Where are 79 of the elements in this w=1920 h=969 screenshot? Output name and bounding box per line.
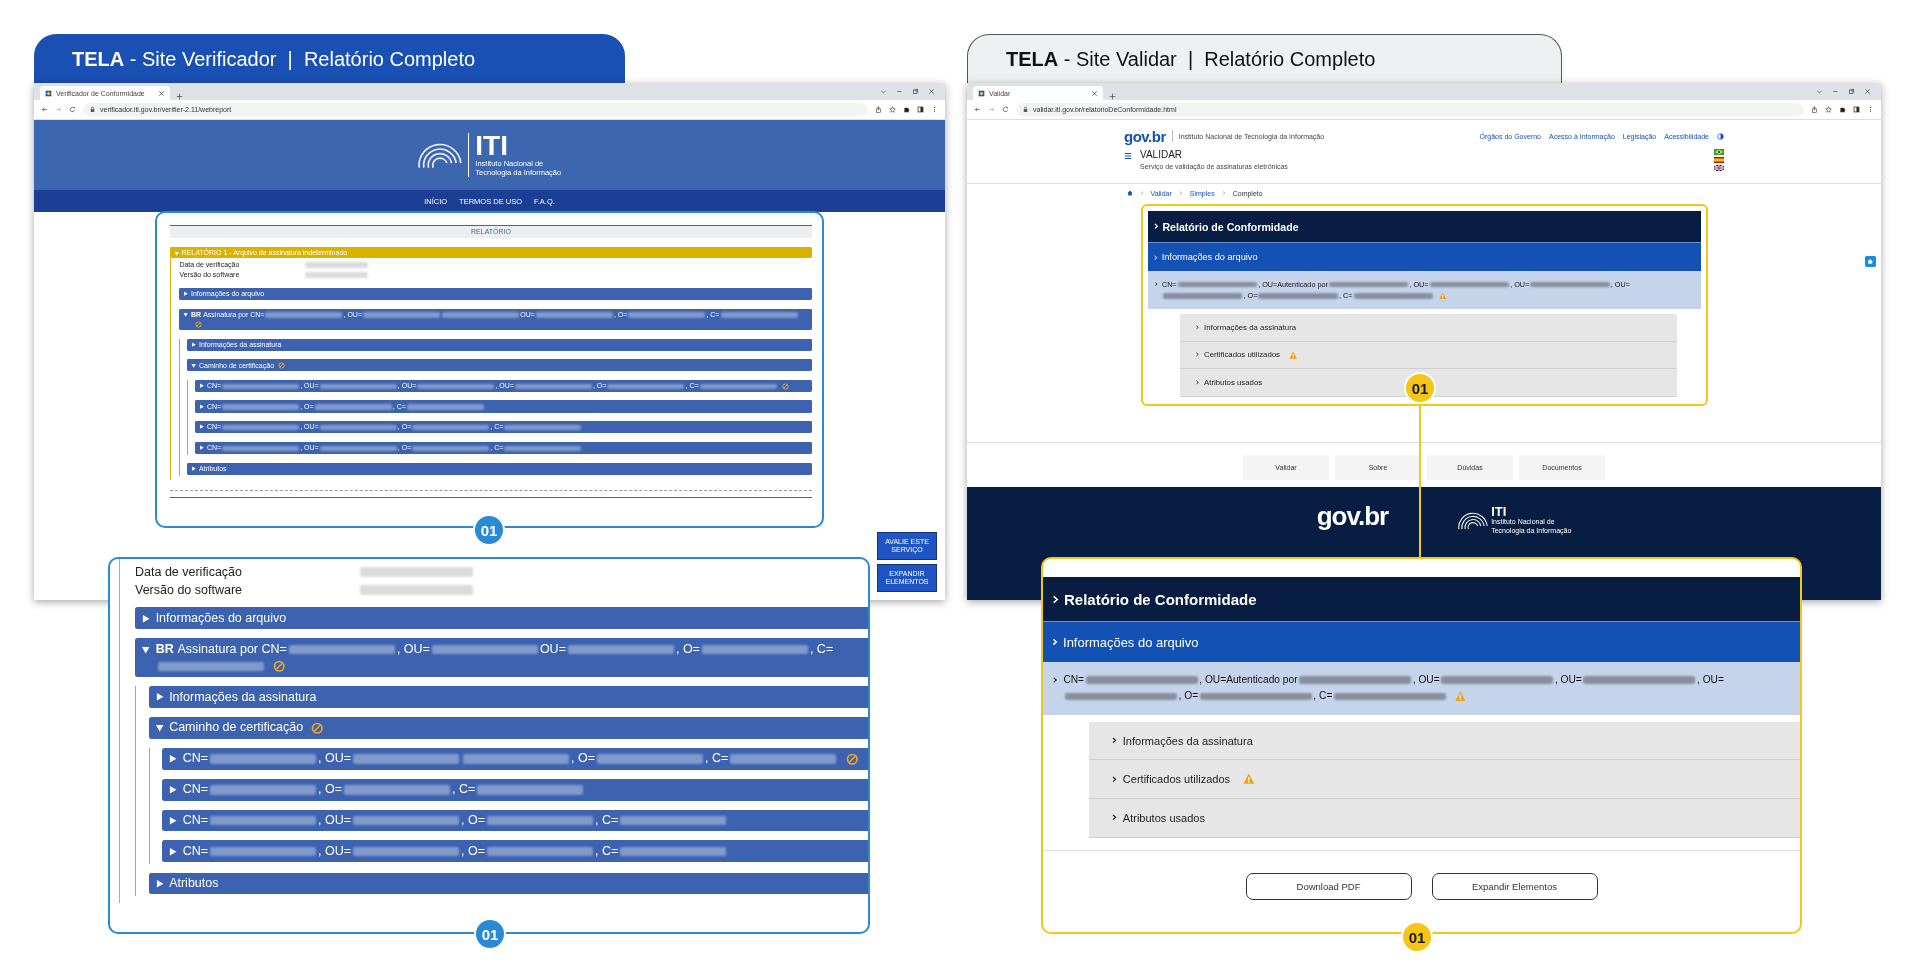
callout-badge: 01 — [1401, 921, 1433, 953]
puzzle-icon[interactable] — [903, 106, 910, 113]
fingerprint-icon — [417, 141, 462, 169]
collapsible-row[interactable]: Atributos — [148, 872, 868, 895]
contrast-icon[interactable] — [1717, 132, 1724, 140]
lock-icon — [89, 106, 96, 113]
chevron-icon — [1153, 254, 1159, 261]
report-title-bar[interactable]: Relatório de Conformidade — [1147, 211, 1701, 243]
chevron-down-icon[interactable] — [880, 88, 887, 95]
collapsible-row[interactable]: BR Assinatura por CN= , OU= OU= , O= , C= — [135, 638, 868, 677]
chevron-icon — [1154, 281, 1159, 287]
file-info-bar[interactable]: Informações do arquivo — [1147, 242, 1701, 272]
collapsible-row[interactable]: Informações do arquivo — [135, 607, 868, 630]
collapsible-row[interactable]: CN= , OU= , O= , C= — [162, 840, 868, 863]
menu-icon[interactable] — [1124, 152, 1132, 160]
field-label: Versão do software — [135, 582, 243, 599]
collapsible-row[interactable]: Caminho de certificação — [148, 716, 868, 739]
certificate-row[interactable]: CN= , OU=Autenticado por , OU= , OU= , OU= , O= , C= — [1043, 661, 1800, 715]
plus-icon[interactable] — [1109, 93, 1116, 100]
file-info-bar[interactable]: Informações do arquivo — [1043, 621, 1800, 662]
chevron-icon — [1195, 352, 1201, 358]
minimize-icon[interactable] — [1832, 88, 1839, 95]
share-icon[interactable] — [1811, 106, 1818, 113]
close-icon[interactable] — [928, 88, 935, 95]
chevron-icon — [1110, 775, 1118, 783]
chevron-icon — [1195, 380, 1201, 385]
collapsible-row[interactable]: CN= , OU= , O= , C= — [162, 747, 868, 770]
logo-text: gov.br — [1124, 127, 1166, 145]
more-options-icon[interactable] — [1867, 106, 1874, 113]
share-icon[interactable] — [875, 106, 882, 113]
collapsible-row[interactable]: CN= , O= , C= — [162, 778, 868, 801]
close-icon[interactable] — [1091, 89, 1098, 97]
redacted-value — [305, 272, 369, 278]
screen-title: TELA - Site Verificador | Relatório Completo — [34, 34, 625, 84]
puzzle-icon[interactable] — [1839, 106, 1846, 113]
field-label: Data de verificação — [135, 564, 243, 581]
collapsible-row[interactable]: Certificados utilizados — [1088, 760, 1800, 799]
back-arrow-icon[interactable] — [974, 106, 981, 113]
chevron-down-icon[interactable] — [1816, 88, 1823, 95]
chevron-icon — [1110, 814, 1118, 822]
chevron-icon — [1052, 676, 1059, 683]
sidebar-icon[interactable] — [1853, 106, 1860, 113]
collapsible-row[interactable]: CN= , OU= , O= , C= — [162, 809, 868, 832]
lock-icon — [1022, 106, 1029, 113]
reload-icon[interactable] — [69, 106, 76, 113]
collapsible-row[interactable]: Informações da assinatura — [1088, 721, 1800, 761]
minimize-icon[interactable] — [896, 88, 903, 95]
footer-logo-text: gov.br — [1316, 501, 1389, 533]
collapsible-row[interactable]: Informações da assinatura — [148, 686, 868, 708]
favicon-icon — [978, 89, 985, 97]
close-icon[interactable] — [1864, 88, 1871, 95]
redacted-value — [305, 262, 369, 268]
chevron-icon — [1152, 223, 1160, 230]
collapsible-row[interactable]: Atributos usados — [1088, 799, 1800, 838]
sidebar-icon[interactable] — [917, 106, 924, 113]
report-title-bar[interactable]: Relatório de Conformidade — [1043, 577, 1800, 622]
screen-title: TELA - Site Validar | Relatório Completo — [967, 34, 1562, 84]
fingerprint-icon — [1458, 510, 1489, 530]
service-name: VALIDAR — [1140, 149, 1184, 160]
star-icon[interactable] — [1825, 106, 1832, 113]
callout-badge: 01 — [474, 918, 506, 950]
restore-icon[interactable] — [1848, 88, 1855, 95]
logo-text: ITI — [475, 132, 508, 161]
favicon-icon — [45, 89, 52, 97]
reload-icon[interactable] — [1002, 106, 1009, 113]
plus-icon[interactable] — [176, 93, 183, 100]
chevron-icon — [1050, 638, 1059, 646]
more-options-icon[interactable] — [931, 106, 938, 113]
action-button[interactable]: Download PDF — [1245, 872, 1412, 900]
logo-text: ITI — [1491, 505, 1507, 519]
restore-icon[interactable] — [912, 88, 919, 95]
flag-icon[interactable] — [1714, 165, 1724, 171]
action-button[interactable]: Expandir Elementos — [1431, 872, 1598, 900]
chevron-icon — [1110, 737, 1118, 744]
back-arrow-icon[interactable] — [41, 106, 48, 113]
home-icon[interactable] — [1126, 190, 1133, 196]
star-icon[interactable] — [889, 106, 896, 113]
close-icon[interactable] — [158, 89, 165, 97]
chevron-icon — [1195, 324, 1201, 330]
